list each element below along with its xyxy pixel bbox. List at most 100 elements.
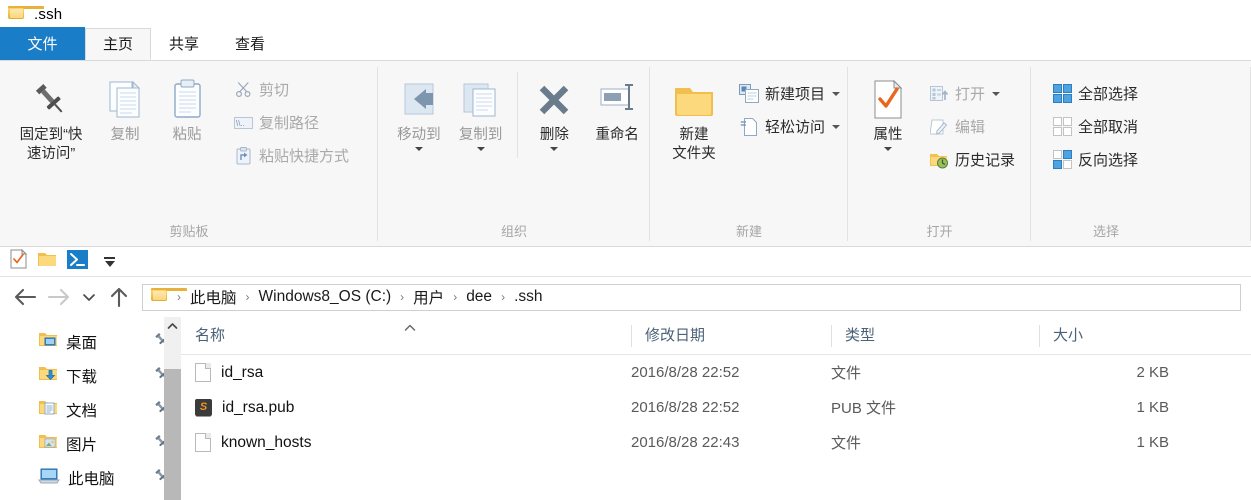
new-item-caret-icon[interactable] [832,91,841,96]
file-size-cell: 2 KB [1136,364,1169,381]
pin-to-quick-access-button[interactable]: 固定到“快 速访问” [8,68,94,164]
downloads-folder-icon [38,365,58,387]
ribbon-group-open: 属性 打开 编辑 历史记录 打开 [848,61,1031,247]
qat-powershell-icon[interactable] [67,249,88,274]
properties-caret-icon[interactable] [884,147,892,151]
file-size-cell: 1 KB [1136,434,1169,451]
breadcrumb-item-2[interactable]: 用户 [411,286,446,308]
properties-button-label: 属性 [873,127,903,143]
open-button[interactable]: 打开 [922,77,1019,110]
open-caret-icon[interactable] [992,91,1001,96]
tab-home[interactable]: 主页 [85,28,152,60]
breadcrumb-item-3[interactable]: dee [464,288,494,306]
main-area: 桌面 下载 文档 图片 此电脑 名称 修改日期 类型 大小 id_rsa 201… [0,317,1251,500]
tab-share[interactable]: 共享 [151,28,217,60]
paste-button[interactable]: 粘贴 [156,68,218,145]
easy-access-button-label: 轻松访问 [765,119,826,136]
sidebar-item-pictures[interactable]: 图片 [0,427,181,461]
new-item-button[interactable]: 新建项目 [732,77,844,110]
rename-button[interactable]: 重命名 [584,68,650,145]
copy-path-button[interactable]: \\.. 复制路径 [226,106,353,139]
history-button[interactable]: 历史记录 [922,143,1019,176]
move-to-button-label: 移动到 [397,127,441,143]
move-to-icon [397,74,441,126]
column-header-modified[interactable]: 修改日期 [631,317,831,355]
recent-locations-chevron-down-icon[interactable] [76,280,102,314]
table-row[interactable]: S id_rsa.pub 2016/8/28 22:52 PUB 文件 1 KB [181,390,1251,425]
pin-icon [30,74,72,126]
this-pc-icon [38,467,60,490]
blank-file-icon [195,433,211,452]
sidebar-item-desktop[interactable]: 桌面 [0,325,181,359]
scrollbar-thumb[interactable] [164,369,181,500]
easy-access-caret-icon[interactable] [832,124,841,129]
copy-path-icon: \\.. [230,116,256,130]
address-input[interactable]: › 此电脑 › Windows8_OS (C:) › 用户 › dee › .s… [142,283,1241,311]
copy-to-caret-icon[interactable] [476,147,485,151]
sidebar-item-downloads[interactable]: 下载 [0,359,181,393]
column-headers: 名称 修改日期 类型 大小 [181,317,1251,355]
edit-button[interactable]: 编辑 [922,110,1019,143]
easy-access-icon [736,117,762,137]
copy-to-button[interactable]: 复制到 [450,68,512,151]
move-to-button[interactable]: 移动到 [388,68,450,151]
up-button[interactable] [102,280,136,314]
column-header-size[interactable]: 大小 [1039,317,1189,355]
breadcrumb-separator[interactable]: › [239,290,257,304]
new-folder-button[interactable]: 新建 文件夹 [662,68,726,164]
easy-access-button[interactable]: 轻松访问 [732,110,844,143]
breadcrumb-separator[interactable]: › [170,290,188,304]
group-label-new: 新建 [735,224,762,239]
file-name-cell[interactable]: id_rsa [181,363,631,382]
tab-file[interactable]: 文件 [0,27,85,60]
select-none-icon [1049,117,1075,136]
select-all-button[interactable]: 全部选择 [1045,77,1142,110]
tab-view[interactable]: 查看 [217,28,283,60]
qat-properties-icon[interactable] [10,248,28,274]
file-modified-cell: 2016/8/28 22:43 [631,434,740,451]
column-header-type[interactable]: 类型 [831,317,1039,355]
navigation-pane-scrollbar[interactable] [164,317,181,500]
sublime-file-icon: S [195,399,212,416]
qat-customize-chevron-down-icon[interactable] [104,256,115,267]
scroll-up-button[interactable] [164,317,181,334]
table-row[interactable]: id_rsa 2016/8/28 22:52 文件 2 KB [181,355,1251,390]
file-name-cell[interactable]: S id_rsa.pub [181,399,631,417]
breadcrumb-separator[interactable]: › [494,290,512,304]
group-label-clipboard: 剪贴板 [169,224,209,239]
delete-button[interactable]: 删除 [524,68,584,151]
forward-button[interactable] [42,280,76,314]
svg-text:\\..: \\.. [236,119,245,128]
sidebar-item-this-pc[interactable]: 此电脑 [0,461,181,495]
properties-button[interactable]: 属性 [858,68,918,151]
ribbon: 固定到“快 速访问” 复制 粘贴 剪切 \\.. 复制路径 粘贴快捷方式 剪贴板… [0,61,1251,247]
pictures-folder-icon [38,433,58,455]
breadcrumb-separator[interactable]: › [393,290,411,304]
pin-button-label-line1: 固定到“快 [19,127,83,143]
breadcrumb-item-1[interactable]: Windows8_OS (C:) [257,288,394,306]
back-button[interactable] [8,280,42,314]
desktop-folder-icon [38,331,58,353]
qat-new-folder-icon[interactable] [37,251,57,273]
delete-caret-icon[interactable] [550,147,559,151]
invert-selection-button[interactable]: 反向选择 [1045,143,1142,176]
select-none-button[interactable]: 全部取消 [1045,110,1142,143]
breadcrumb-item-0[interactable]: 此电脑 [188,286,239,308]
cut-button[interactable]: 剪切 [226,73,353,106]
paste-shortcut-button[interactable]: 粘贴快捷方式 [226,139,353,172]
properties-icon [868,74,908,126]
open-icon [926,85,952,103]
sidebar-item-documents[interactable]: 文档 [0,393,181,427]
breadcrumb-separator[interactable]: › [446,290,464,304]
select-none-button-label: 全部取消 [1078,119,1139,136]
breadcrumb-item-4[interactable]: .ssh [512,288,544,306]
rename-button-label: 重命名 [595,127,639,143]
new-folder-icon [671,74,717,126]
new-item-button-label: 新建项目 [765,86,826,103]
copy-icon [104,74,146,126]
table-row[interactable]: known_hosts 2016/8/28 22:43 文件 1 KB [181,425,1251,460]
group-label-select: 选择 [1092,224,1119,239]
copy-button[interactable]: 复制 [94,68,156,145]
move-to-caret-icon[interactable] [414,147,423,151]
file-name-cell[interactable]: known_hosts [181,433,631,452]
